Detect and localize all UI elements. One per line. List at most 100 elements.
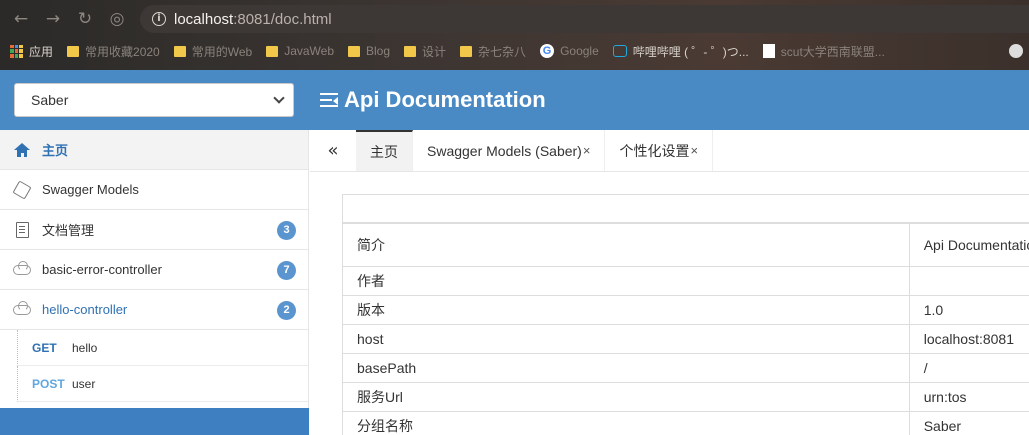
- bookmarks-bar: 应用 常用收藏2020 常用的Web JavaWeb Blog 设计 杂七杂八 …: [10, 40, 885, 62]
- chevron-down-icon: [273, 92, 285, 104]
- tab-label: Swagger Models (Saber): [427, 142, 582, 159]
- info-table: 简介 Api Documentation 作者 版本 1.0 host loca…: [342, 223, 1029, 435]
- row-value: urn:tos: [908, 382, 1029, 412]
- bookmark-folder[interactable]: 设计: [404, 43, 446, 60]
- tab-bar: « 主页 Swagger Models (Saber) × 个性化设置 ×: [310, 130, 1029, 172]
- sidebar-item-label: basic-error-controller: [42, 262, 162, 277]
- menu-toggle-icon[interactable]: [320, 92, 338, 108]
- bookmark-label: 杂七杂八: [478, 44, 527, 59]
- close-icon[interactable]: ×: [583, 143, 591, 158]
- close-icon[interactable]: ×: [690, 143, 698, 158]
- folder-icon: [266, 45, 279, 57]
- table-row: basePath /: [342, 353, 1029, 383]
- bookmark-google[interactable]: G Google: [540, 44, 599, 58]
- back-icon[interactable]: ←: [10, 8, 32, 30]
- http-method: GET: [32, 340, 57, 355]
- bookmark-label: 常用收藏2020: [85, 44, 160, 59]
- sidebar-item-label: 文档管理: [42, 223, 95, 238]
- table-row: 版本 1.0: [342, 295, 1029, 325]
- bookmark-label: Blog: [366, 44, 391, 58]
- count-badge: 3: [277, 221, 296, 240]
- address-bar[interactable]: i localhost:8081/doc.html: [140, 5, 1029, 33]
- group-select-value: Saber: [31, 92, 69, 108]
- sidebar-item-label: hello-controller: [42, 302, 128, 317]
- endpoint-path: user: [72, 376, 96, 391]
- collapse-sidebar-icon[interactable]: «: [310, 130, 356, 171]
- browser-nav-buttons: ← → ↻ ◎: [10, 8, 128, 30]
- page-title: Api Documentation: [320, 87, 546, 113]
- table-header: [342, 194, 1029, 223]
- extension-icon[interactable]: ◎: [106, 8, 128, 30]
- reload-icon[interactable]: ↻: [74, 8, 96, 30]
- sidebar-item-label: 主页: [42, 143, 69, 158]
- row-value: /: [908, 353, 1029, 383]
- sidebar-item-home[interactable]: 主页: [0, 130, 308, 170]
- bookmark-folder[interactable]: 常用收藏2020: [67, 43, 160, 60]
- tab-label: 个性化设置: [619, 142, 690, 159]
- sidebar-item-label: Swagger Models: [42, 182, 139, 197]
- bookmark-apps[interactable]: 应用: [10, 43, 53, 60]
- bookmark-folder[interactable]: 常用的Web: [173, 43, 253, 60]
- page-title-text: Api Documentation: [344, 87, 546, 112]
- table-row: host localhost:8081: [342, 324, 1029, 354]
- row-key: host: [342, 324, 910, 354]
- url-text[interactable]: localhost:8081/doc.html: [174, 11, 332, 28]
- sidebar-item-doc-management[interactable]: 文档管理 3: [0, 210, 308, 250]
- table-row: 分组名称 Saber: [342, 411, 1029, 435]
- bookmark-label: 设计: [422, 44, 447, 59]
- row-value: localhost:8081: [908, 324, 1029, 354]
- tab-swagger-models[interactable]: Swagger Models (Saber) ×: [413, 130, 606, 171]
- row-value: Api Documentation: [908, 223, 1029, 267]
- bookmark-label: scut大学西南联盟...: [780, 44, 885, 59]
- page-icon: [762, 44, 775, 58]
- row-key: 分组名称: [342, 411, 910, 435]
- sidebar-item-swagger-models[interactable]: Swagger Models: [0, 170, 308, 210]
- bookmark-page[interactable]: scut大学西南联盟...: [762, 43, 885, 60]
- bookmarks-overflow-icon[interactable]: [1009, 44, 1023, 58]
- sidebar-item-basic-error-controller[interactable]: basic-error-controller 7: [0, 250, 308, 290]
- tab-settings[interactable]: 个性化设置 ×: [605, 130, 714, 171]
- row-key: 版本: [342, 295, 910, 325]
- bookmark-label: Google: [560, 44, 599, 58]
- folder-icon: [348, 45, 360, 57]
- home-icon: [12, 141, 32, 159]
- row-key: 作者: [342, 266, 910, 296]
- sidebar-item-hello-controller[interactable]: hello-controller 2: [0, 290, 308, 330]
- browser-chrome: ← → ↻ ◎ i localhost:8081/doc.html 应用 常用收…: [0, 0, 1029, 70]
- table-row: 作者: [342, 266, 1029, 296]
- bookmark-folder[interactable]: JavaWeb: [266, 44, 334, 58]
- bookmark-label: 常用的Web: [191, 44, 253, 59]
- bilibili-icon: [612, 45, 627, 57]
- bookmark-label: JavaWeb: [284, 44, 334, 58]
- url-host: localhost: [174, 10, 234, 28]
- endpoint-item[interactable]: POST user: [17, 366, 308, 402]
- table-row: 服务Url urn:tos: [342, 382, 1029, 412]
- tab-home[interactable]: 主页: [356, 130, 413, 171]
- row-value: 1.0: [908, 295, 1029, 325]
- row-key: 简介: [342, 223, 910, 267]
- bookmark-folder[interactable]: Blog: [348, 44, 390, 58]
- sidebar: 主页 Swagger Models 文档管理 3 basic-error-con…: [0, 130, 309, 435]
- folder-icon: [404, 45, 417, 57]
- endpoint-path: hello: [72, 340, 98, 355]
- group-select[interactable]: Saber: [14, 83, 294, 117]
- endpoint-list: GET hello POST user: [0, 330, 308, 402]
- row-value: Saber: [908, 411, 1029, 435]
- app-header: Saber Api Documentation: [0, 70, 1029, 130]
- bookmark-label: 哔哩哔哩 ( ゜- ゜)つ...: [632, 44, 749, 59]
- http-method: POST: [32, 376, 65, 391]
- docs-icon: [12, 221, 32, 239]
- site-info-icon[interactable]: i: [152, 12, 166, 26]
- main-content: « 主页 Swagger Models (Saber) × 个性化设置 × 简介 A…: [310, 130, 1029, 435]
- row-key: basePath: [342, 353, 910, 383]
- endpoint-item[interactable]: GET hello: [17, 330, 308, 366]
- count-badge: 7: [277, 261, 296, 280]
- cube-icon: [12, 179, 32, 200]
- table-row: 简介 Api Documentation: [342, 223, 1029, 267]
- forward-icon[interactable]: →: [42, 8, 64, 30]
- info-panel: 简介 Api Documentation 作者 版本 1.0 host loca…: [342, 194, 1029, 435]
- bookmark-bilibili[interactable]: 哔哩哔哩 ( ゜- ゜)つ...: [612, 43, 749, 60]
- count-badge: 2: [277, 301, 296, 320]
- bookmark-label: 应用: [29, 44, 54, 59]
- bookmark-folder[interactable]: 杂七杂八: [460, 43, 526, 60]
